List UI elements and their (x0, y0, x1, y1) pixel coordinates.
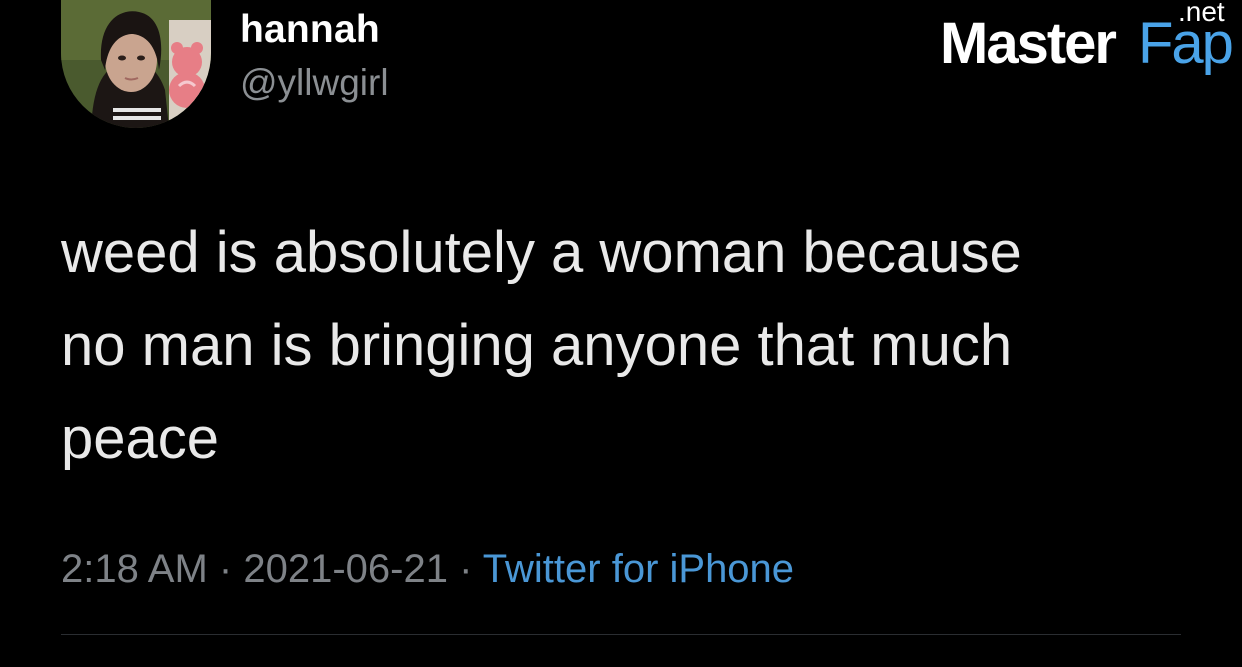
divider (61, 634, 1181, 635)
watermark-logo: Master Fap .net (940, 0, 1240, 84)
watermark-text-master: Master (940, 11, 1117, 76)
tweet-date[interactable]: 2021-06-21 (243, 547, 448, 591)
watermark-text-net: .net (1178, 0, 1225, 27)
avatar[interactable] (61, 0, 211, 128)
user-handle[interactable]: @yllwgirl (240, 62, 389, 104)
tweet-text: weed is absolutely a woman because no ma… (61, 220, 1022, 471)
tweet-source-link[interactable]: Twitter for iPhone (483, 547, 794, 591)
meta-separator: · (218, 547, 233, 591)
avatar-photo (61, 0, 211, 128)
display-name[interactable]: hannah (240, 8, 380, 52)
tweet-time[interactable]: 2:18 AM (61, 547, 208, 591)
meta-separator: · (459, 547, 473, 591)
tweet-meta: 2:18 AM · 2021-06-21 · Twitter for iPhon… (61, 547, 794, 592)
